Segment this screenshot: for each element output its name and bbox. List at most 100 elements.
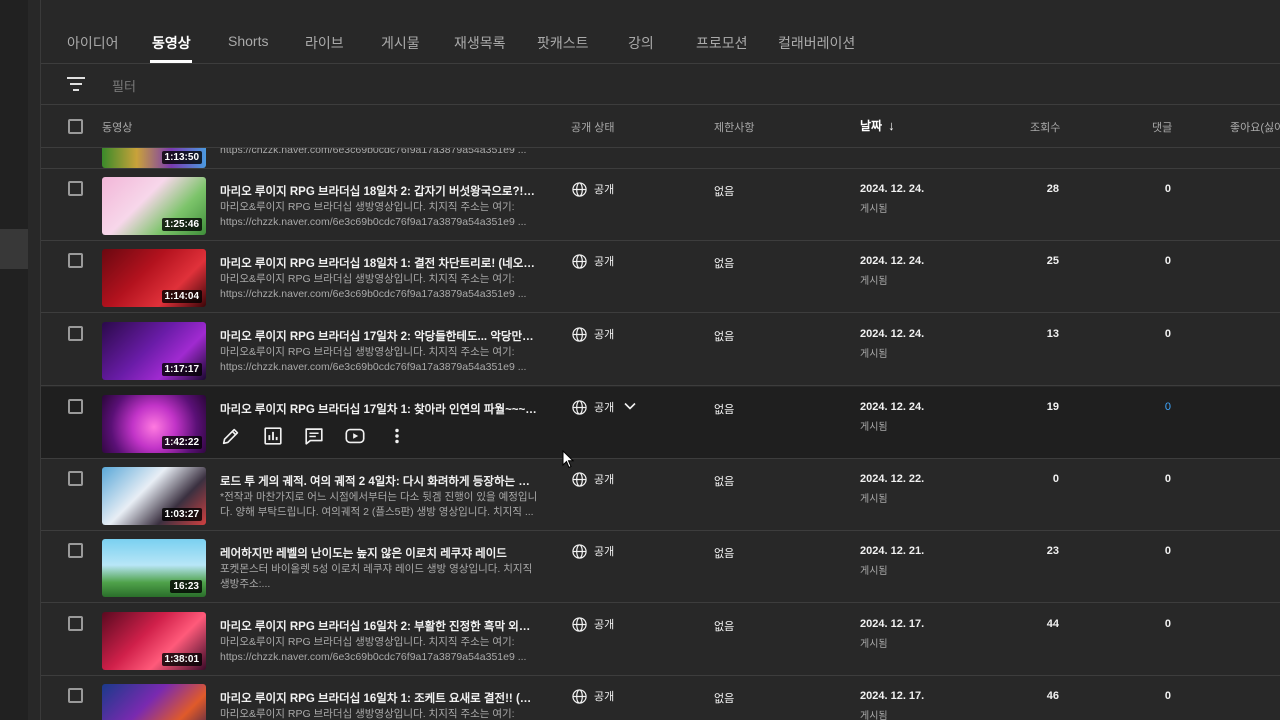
video-title[interactable]: 마리오 루이지 RPG 브라더십 18일차 1: 결전 차단트리로! (네오 조… — [220, 255, 538, 271]
visibility-cell[interactable]: 공개 — [572, 399, 636, 415]
tab-playlists[interactable]: 재생목록 — [454, 33, 506, 53]
comments-cell: 0 — [1164, 328, 1171, 340]
duration-badge: 1:14:04 — [161, 290, 202, 303]
views-cell: 46 — [1046, 690, 1059, 702]
globe-icon — [572, 543, 587, 559]
youtube-play-icon[interactable] — [344, 425, 366, 447]
table-row[interactable]: 1:38:01 마리오 루이지 RPG 브라더십 16일차 2: 부활한 진정한 … — [41, 604, 1280, 676]
video-description: 마리오&루이지 RPG 브라더십 생방영상입니다. 치지직 주소는 여기: — [220, 708, 515, 720]
analytics-icon[interactable] — [262, 425, 284, 447]
video-title[interactable]: 마리오 루이지 RPG 브라더십 17일차 2: 악당들한테도... 악당만의 … — [220, 328, 538, 344]
views-cell: 28 — [1046, 183, 1059, 195]
table-row[interactable]: 마리오 루이지 RPG 브라더십 16일차 1: 조케트 요새로 결전!! (아… — [41, 676, 1280, 720]
video-title[interactable]: 마리오 루이지 RPG 브라더십 16일차 2: 부활한 진정한 흑막 외토리.… — [220, 618, 538, 634]
tab-ideas[interactable]: 아이디어 — [67, 33, 119, 53]
video-thumbnail[interactable]: 1:42:22 — [102, 395, 206, 453]
tab-shorts[interactable]: Shorts — [228, 33, 268, 49]
row-checkbox[interactable] — [68, 471, 83, 486]
video-title[interactable]: 레어하지만 레벨의 난이도는 높지 않은 이로치 레쿠쟈 레이드 — [220, 545, 538, 561]
filter-icon[interactable] — [67, 77, 85, 91]
table-row[interactable]: 1:17:17 마리오 루이지 RPG 브라더십 17일차 2: 악당들한테도..… — [41, 314, 1280, 386]
row-checkbox[interactable] — [68, 543, 83, 558]
tab-courses[interactable]: 강의 — [628, 33, 654, 53]
table-row[interactable]: 1:42:22 마리오 루이지 RPG 브라더십 17일차 1: 찾아라 인연의 … — [41, 387, 1280, 459]
edit-pencil-icon[interactable] — [220, 425, 242, 447]
video-title[interactable]: 마리오 루이지 RPG 브라더십 17일차 1: 찾아라 인연의 파월~~~ 0… — [220, 401, 538, 417]
table-row[interactable]: 1:03:27 로드 투 게의 궤적. 여의 궤적 2 4일차: 다시 화려하게 … — [41, 459, 1280, 531]
visibility-cell[interactable]: 공개 — [572, 253, 614, 269]
comments-cell: 0 — [1164, 183, 1171, 195]
video-title[interactable]: 마리오 루이지 RPG 브라더십 16일차 1: 조케트 요새로 결전!! (아… — [220, 690, 538, 706]
video-title[interactable]: 마리오 루이지 RPG 브라더십 18일차 2: 갑자기 버섯왕국으로?! (마… — [220, 183, 538, 199]
date-cell: 2024. 12. 22. — [860, 473, 925, 485]
row-checkbox[interactable] — [68, 399, 83, 414]
comments-cell[interactable]: 0 — [1101, 401, 1171, 413]
more-vert-icon[interactable] — [386, 425, 408, 447]
filter-input[interactable]: 필터 — [112, 76, 136, 95]
video-thumbnail[interactable]: 1:38:01 — [102, 612, 206, 670]
active-tab-indicator — [150, 60, 192, 63]
views-cell: 19 — [1046, 401, 1059, 413]
sidebar-selected-item[interactable] — [0, 229, 28, 269]
video-thumbnail[interactable]: 16:23 — [102, 539, 206, 597]
publish-status: 게시됨 — [860, 566, 888, 577]
tab-promotions[interactable]: 프로모션 — [696, 33, 748, 53]
comments-icon[interactable] — [303, 425, 325, 447]
col-date[interactable]: 날짜 ↓ — [860, 117, 895, 134]
restriction-cell: 없음 — [714, 258, 735, 270]
col-likes[interactable]: 좋아요(싫어 — [1230, 119, 1280, 135]
visibility-cell[interactable]: 공개 — [572, 543, 614, 559]
col-video: 동영상 — [102, 122, 133, 134]
visibility-cell[interactable]: 공개 — [572, 688, 614, 704]
visibility-label: 공개 — [594, 546, 615, 558]
video-thumbnail[interactable]: 1:13:50 — [102, 148, 206, 168]
tab-podcasts[interactable]: 팟캐스트 — [537, 33, 589, 53]
restriction-cell: 없음 — [714, 404, 735, 416]
table-row[interactable]: 16:23 레어하지만 레벨의 난이도는 높지 않은 이로치 레쿠쟈 레이드 포켓몬… — [41, 531, 1280, 603]
restriction-cell: 없음 — [714, 331, 735, 343]
date-cell: 2024. 12. 24. — [860, 183, 925, 195]
tab-videos[interactable]: 동영상 — [152, 33, 191, 53]
video-thumbnail[interactable] — [102, 684, 206, 720]
comments-cell: 0 — [1164, 545, 1171, 557]
tab-posts[interactable]: 게시물 — [381, 33, 420, 53]
video-description: 마리오&루이지 RPG 브라더십 생방영상입니다. 치지직 주소는 여기: ht… — [220, 273, 527, 300]
video-thumbnail[interactable]: 1:14:04 — [102, 249, 206, 307]
video-thumbnail[interactable]: 1:25:46 — [102, 177, 206, 235]
visibility-label: 공개 — [594, 184, 615, 196]
video-title[interactable]: 로드 투 게의 궤적. 여의 궤적 2 4일차: 다시 화려하게 등장하는 전투… — [220, 473, 538, 489]
date-cell: 2024. 12. 21. — [860, 545, 925, 557]
col-views[interactable]: 조회수 — [1030, 119, 1060, 135]
visibility-cell[interactable]: 공개 — [572, 471, 614, 487]
date-cell: 2024. 12. 24. — [860, 401, 925, 413]
video-thumbnail[interactable]: 1:03:27 — [102, 467, 206, 525]
video-description: 마리오&루이지 RPG 브라더십 생방영상입니다. 치지직 주소는 여기: ht… — [220, 636, 527, 663]
visibility-cell[interactable]: 공개 — [572, 181, 614, 197]
globe-icon — [572, 471, 587, 487]
visibility-cell[interactable]: 공개 — [572, 616, 614, 632]
row-checkbox[interactable] — [68, 181, 83, 196]
row-checkbox[interactable] — [68, 326, 83, 341]
table-row[interactable]: 1:25:46 마리오 루이지 RPG 브라더십 18일차 2: 갑자기 버섯왕국… — [41, 169, 1280, 241]
comments-cell: 0 — [1164, 255, 1171, 267]
table-row[interactable]: 1:14:04 마리오 루이지 RPG 브라더십 18일차 1: 결전 차단트리로… — [41, 241, 1280, 313]
row-checkbox[interactable] — [68, 688, 83, 703]
tab-live[interactable]: 라이브 — [305, 33, 344, 53]
col-comments[interactable]: 댓글 — [1152, 119, 1172, 135]
table-row-partial[interactable]: 1:13:50 https://chzzk.naver.com/6e3c69b0… — [41, 148, 1280, 169]
mouse-cursor-icon — [562, 449, 576, 470]
duration-badge: 1:13:50 — [161, 151, 202, 164]
select-all-checkbox[interactable] — [68, 119, 83, 134]
video-thumbnail[interactable]: 1:17:17 — [102, 322, 206, 380]
row-checkbox[interactable] — [68, 253, 83, 268]
chevron-down-icon[interactable] — [624, 401, 636, 413]
col-restrictions[interactable]: 제한사항 — [714, 119, 754, 135]
row-checkbox[interactable] — [68, 616, 83, 631]
col-visibility[interactable]: 공개 상태 — [571, 119, 615, 135]
publish-status: 게시됨 — [860, 276, 888, 287]
publish-status: 게시됨 — [860, 711, 888, 720]
tab-collaborations[interactable]: 컬래버레이션 — [778, 33, 855, 53]
left-sidebar — [0, 0, 28, 720]
publish-status: 게시됨 — [860, 349, 888, 360]
visibility-cell[interactable]: 공개 — [572, 326, 614, 342]
